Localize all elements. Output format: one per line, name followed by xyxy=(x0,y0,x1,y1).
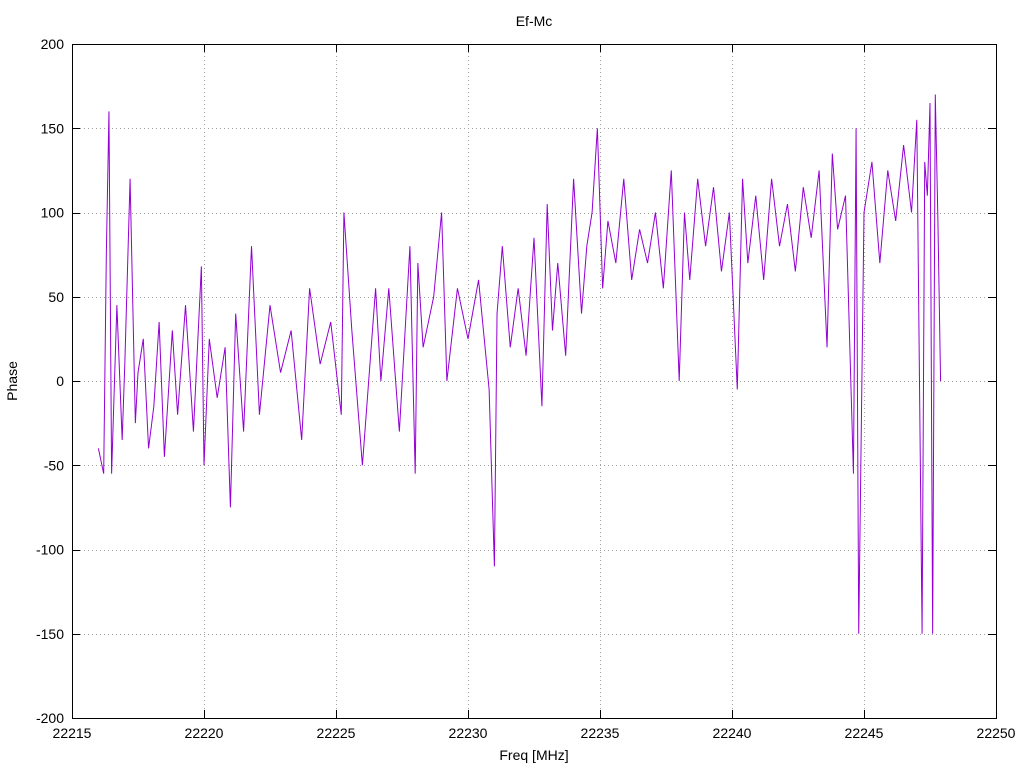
x-tick-label: 22245 xyxy=(845,725,884,741)
y-tick-label: -200 xyxy=(36,710,64,726)
x-tick-label: 22240 xyxy=(713,725,752,741)
x-tick-label: 22235 xyxy=(581,725,620,741)
x-tick-label: 22230 xyxy=(449,725,488,741)
x-axis-title: Freq [MHz] xyxy=(499,747,568,763)
chart-title: Ef-Mc xyxy=(516,13,553,29)
y-tick-label: -50 xyxy=(44,457,64,473)
y-axis-title: Phase xyxy=(4,361,20,401)
y-tick-label: 200 xyxy=(41,36,65,52)
x-tick-label: 22250 xyxy=(977,725,1016,741)
y-tick-label: -100 xyxy=(36,542,64,558)
x-tick-label: 22225 xyxy=(317,725,356,741)
y-tick-label: 50 xyxy=(48,289,64,305)
chart-background xyxy=(0,0,1024,768)
x-tick-label: 22215 xyxy=(53,725,92,741)
y-tick-label: 100 xyxy=(41,205,65,221)
y-tick-label: 150 xyxy=(41,120,65,136)
y-tick-label: 0 xyxy=(56,373,64,389)
phase-chart: 22215 22220 22225 22230 22235 22240 22245 22250… xyxy=(0,0,1024,768)
x-tick-label: 22220 xyxy=(185,725,224,741)
y-tick-label: -150 xyxy=(36,626,64,642)
